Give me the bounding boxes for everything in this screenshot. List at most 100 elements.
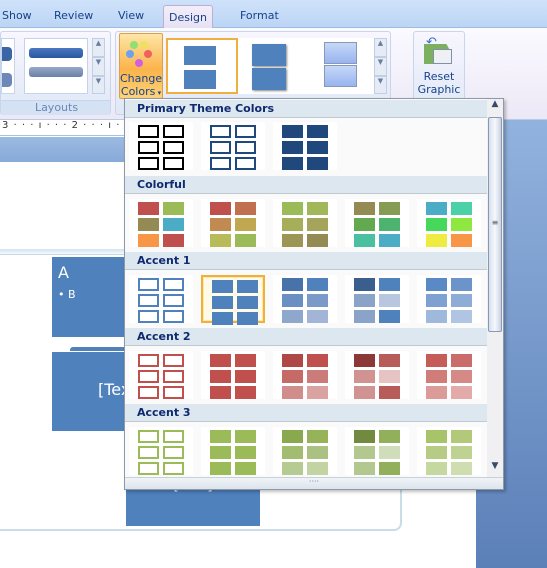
styles-more[interactable]: ▼ <box>374 76 387 94</box>
color-option-accent-1-2[interactable] <box>201 275 265 325</box>
color-option-accent-3-1[interactable] <box>129 427 193 475</box>
gallery-scroll-up[interactable]: ▲ <box>92 38 105 57</box>
color-swatch <box>426 354 447 367</box>
color-swatch <box>235 430 256 443</box>
tab-format[interactable]: Format <box>240 9 279 22</box>
color-swatch <box>282 202 303 215</box>
color-swatch <box>307 310 328 323</box>
color-option-colorful-2[interactable] <box>201 199 265 247</box>
color-swatch <box>163 446 184 459</box>
color-option-colorful-3[interactable] <box>273 199 337 247</box>
color-swatch <box>426 386 447 399</box>
resize-grip[interactable]: ···· <box>125 477 503 489</box>
tab-review[interactable]: Review <box>54 9 93 22</box>
color-swatch <box>451 278 472 291</box>
color-swatch <box>163 294 184 307</box>
color-swatch <box>235 157 256 170</box>
color-swatch <box>307 157 328 170</box>
color-swatch <box>235 234 256 247</box>
tab-design[interactable]: Design <box>163 5 213 29</box>
color-swatch <box>210 370 231 383</box>
style-gallery-item[interactable] <box>310 38 374 94</box>
color-swatch <box>354 354 375 367</box>
section-header: Accent 2 <box>125 328 487 346</box>
color-option-accent-3-2[interactable] <box>201 427 265 475</box>
color-swatch <box>210 202 231 215</box>
tab-view[interactable]: View <box>118 9 144 22</box>
tab-slide-show[interactable]: Show <box>2 9 32 22</box>
reset-label: Reset <box>423 70 455 83</box>
color-option-accent-1-1[interactable] <box>129 275 193 323</box>
color-swatch <box>235 125 256 138</box>
color-swatch <box>210 125 231 138</box>
color-option-colorful-4[interactable] <box>345 199 409 247</box>
color-option-primary-theme-colors-3[interactable] <box>273 122 337 170</box>
color-option-accent-2-4[interactable] <box>345 351 409 399</box>
color-swatch <box>451 446 472 459</box>
color-option-primary-theme-colors-1[interactable] <box>129 122 193 170</box>
color-swatch <box>210 354 231 367</box>
color-option-primary-theme-colors-2[interactable] <box>201 122 265 170</box>
color-option-accent-3-3[interactable] <box>273 427 337 475</box>
color-swatch <box>451 234 472 247</box>
styles-scroll-up[interactable]: ▲ <box>374 38 387 57</box>
color-swatch <box>426 310 447 323</box>
color-option-accent-2-5[interactable] <box>417 351 481 399</box>
gallery-more[interactable]: ▼ <box>92 76 105 94</box>
reset-label: Graphic <box>417 83 461 96</box>
color-option-accent-2-2[interactable] <box>201 351 265 399</box>
color-swatch <box>138 370 159 383</box>
color-option-accent-1-5[interactable] <box>417 275 481 323</box>
styles-scroll-down[interactable]: ▼ <box>374 57 387 76</box>
color-option-accent-1-3[interactable] <box>273 275 337 323</box>
change-colors-button[interactable]: Change Colors ▾ <box>119 33 163 99</box>
scroll-up-arrow-icon[interactable]: ▲ <box>489 99 501 113</box>
color-swatch <box>163 125 184 138</box>
scroll-down-arrow-icon[interactable]: ▼ <box>489 461 501 475</box>
color-swatch <box>282 446 303 459</box>
color-swatch <box>307 430 328 443</box>
color-swatch <box>307 462 328 475</box>
color-swatch <box>163 278 184 291</box>
horizontal-ruler[interactable]: 3 · · · ı · · · 2 · · · ı · · <box>0 120 128 136</box>
style-gallery-item[interactable] <box>238 38 310 94</box>
style-gallery-item-selected[interactable] <box>166 38 238 94</box>
color-swatch <box>235 370 256 383</box>
dropdown-scrollbar[interactable]: ▲ ≡ ▼ <box>487 99 503 477</box>
layout-gallery-item[interactable] <box>24 38 88 94</box>
color-swatch <box>307 386 328 399</box>
smartart-shape-a[interactable]: A • B <box>52 257 132 337</box>
color-swatch <box>354 462 375 475</box>
color-swatch <box>307 218 328 231</box>
color-swatch <box>451 310 472 323</box>
color-swatch <box>282 234 303 247</box>
color-swatch <box>426 370 447 383</box>
color-swatch <box>379 294 400 307</box>
color-swatch <box>138 462 159 475</box>
section-header: Accent 3 <box>125 404 487 422</box>
color-option-colorful-5[interactable] <box>417 199 481 247</box>
color-swatch <box>354 234 375 247</box>
color-swatch <box>379 462 400 475</box>
color-swatch <box>212 280 233 293</box>
color-swatch <box>354 202 375 215</box>
color-swatch <box>235 218 256 231</box>
reset-graphic-button[interactable]: ↶ Reset Graphic <box>414 32 464 98</box>
gallery-scroll-down[interactable]: ▼ <box>92 57 105 76</box>
color-option-accent-2-3[interactable] <box>273 351 337 399</box>
layout-gallery-item[interactable] <box>1 38 15 94</box>
color-swatch <box>138 294 159 307</box>
color-swatch <box>138 218 159 231</box>
color-swatch <box>235 462 256 475</box>
color-option-colorful-1[interactable] <box>129 199 193 247</box>
color-option-accent-3-5[interactable] <box>417 427 481 475</box>
color-swatch <box>235 386 256 399</box>
color-swatch <box>451 386 472 399</box>
color-option-accent-1-4[interactable] <box>345 275 409 323</box>
color-option-accent-3-4[interactable] <box>345 427 409 475</box>
color-swatch <box>379 370 400 383</box>
smartart-shape-text[interactable]: [Text] <box>52 352 143 431</box>
color-option-accent-2-1[interactable] <box>129 351 193 399</box>
scroll-thumb[interactable]: ≡ <box>488 117 502 332</box>
color-swatch <box>379 446 400 459</box>
